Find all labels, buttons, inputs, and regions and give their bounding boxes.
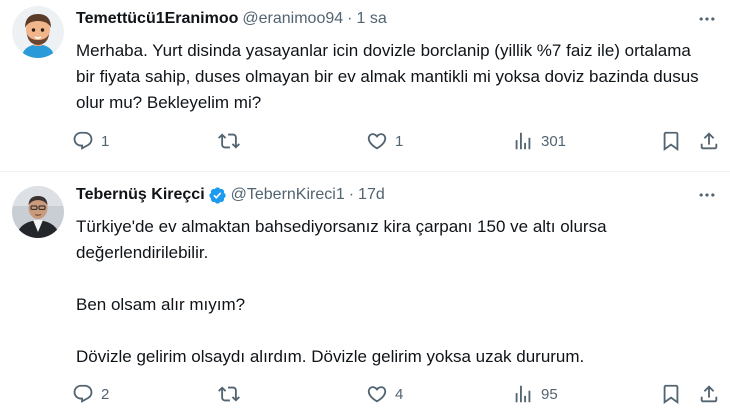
view-count: 301 bbox=[541, 132, 567, 150]
retweet-button[interactable] bbox=[218, 380, 240, 408]
bar-chart-icon bbox=[512, 383, 534, 405]
user-handle[interactable]: @TebernKireci1 bbox=[231, 186, 345, 204]
like-count: 4 bbox=[395, 385, 404, 403]
retweet-icon bbox=[218, 383, 240, 405]
tweet-header: Tebernüş Kireçci @TebernKireci1 · 17d bbox=[76, 183, 730, 207]
reply-button[interactable]: 2 bbox=[72, 380, 109, 408]
share-icon bbox=[698, 383, 720, 405]
action-bar: 2 4 95 bbox=[72, 380, 720, 408]
like-button[interactable]: 1 bbox=[366, 127, 403, 155]
tweet-text: Türkiye'de ev almaktan bahsediyorsanız k… bbox=[76, 214, 706, 370]
more-options-icon[interactable] bbox=[696, 183, 718, 207]
reply-icon bbox=[72, 383, 94, 405]
timestamp[interactable]: 17d bbox=[358, 186, 385, 204]
verified-badge-icon[interactable] bbox=[208, 186, 227, 205]
retweet-icon bbox=[218, 130, 240, 152]
tweet[interactable]: Temettücü1Eranimoo @eranimoo94 · 1 sa Me… bbox=[0, 0, 730, 172]
share-icon bbox=[698, 130, 720, 152]
tweet-paragraph: Ben olsam alır mıyım? bbox=[76, 295, 246, 314]
views-button[interactable]: 301 bbox=[512, 127, 566, 155]
tweet-paragraph: Türkiye'de ev almaktan bahsediyorsanız k… bbox=[76, 217, 607, 262]
like-button[interactable]: 4 bbox=[366, 380, 403, 408]
share-button[interactable] bbox=[698, 127, 720, 155]
timestamp[interactable]: 1 sa bbox=[356, 10, 386, 28]
more-options-icon[interactable] bbox=[696, 7, 718, 31]
reply-button[interactable]: 1 bbox=[72, 127, 109, 155]
views-button[interactable]: 95 bbox=[512, 380, 558, 408]
bar-chart-icon bbox=[512, 130, 534, 152]
heart-icon bbox=[366, 130, 388, 152]
separator-dot: · bbox=[347, 10, 353, 27]
like-count: 1 bbox=[395, 132, 404, 150]
display-name[interactable]: Tebernüş Kireçci bbox=[76, 186, 205, 204]
heart-icon bbox=[366, 383, 388, 405]
bookmark-button[interactable] bbox=[660, 127, 682, 155]
view-count: 95 bbox=[541, 385, 558, 403]
tweet-header: Temettücü1Eranimoo @eranimoo94 · 1 sa bbox=[76, 7, 730, 31]
action-bar: 1 1 301 bbox=[72, 127, 720, 155]
reply-count: 1 bbox=[101, 132, 110, 150]
retweet-button[interactable] bbox=[218, 127, 240, 155]
bookmark-icon bbox=[660, 130, 682, 152]
tweet-paragraph: Dövizle gelirim olsaydı alırdım. Dövizle… bbox=[76, 347, 585, 366]
share-button[interactable] bbox=[698, 380, 720, 408]
tweet-text: Merhaba. Yurt disinda yasayanlar icin do… bbox=[76, 38, 706, 116]
bookmark-button[interactable] bbox=[660, 380, 682, 408]
reply-icon bbox=[72, 130, 94, 152]
separator-dot: · bbox=[348, 186, 355, 203]
display-name[interactable]: Temettücü1Eranimoo bbox=[76, 10, 238, 28]
memoji-avatar[interactable] bbox=[12, 6, 64, 58]
tweet[interactable]: Tebernüş Kireçci @TebernKireci1 · 17d Tü… bbox=[0, 172, 730, 420]
tweet-paragraph: Merhaba. Yurt disinda yasayanlar icin do… bbox=[76, 41, 699, 112]
reply-count: 2 bbox=[101, 385, 110, 403]
bookmark-icon bbox=[660, 383, 682, 405]
profile-photo-avatar[interactable] bbox=[12, 186, 64, 238]
user-handle[interactable]: @eranimoo94 bbox=[242, 10, 343, 28]
